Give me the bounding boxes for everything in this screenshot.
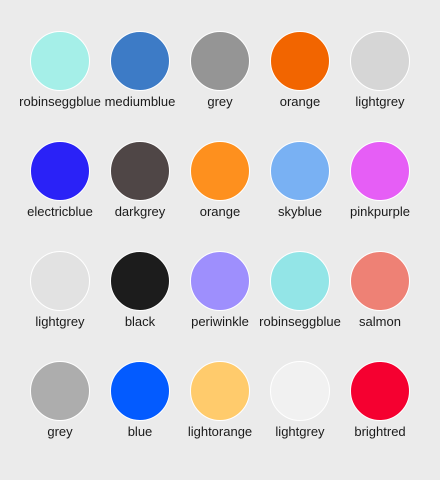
swatch-circle bbox=[190, 31, 250, 91]
swatch-label: salmon bbox=[359, 314, 401, 329]
swatch-circle bbox=[270, 361, 330, 421]
swatch-circle bbox=[190, 361, 250, 421]
color-swatch: salmon bbox=[330, 251, 430, 351]
color-swatch: lightgrey bbox=[330, 31, 430, 131]
swatch-circle bbox=[350, 141, 410, 201]
swatch-label: lightgrey bbox=[355, 94, 405, 109]
swatch-circle bbox=[350, 31, 410, 91]
swatch-circle bbox=[270, 31, 330, 91]
swatch-circle bbox=[30, 141, 90, 201]
swatch-label: pinkpurple bbox=[350, 204, 410, 219]
swatch-circle bbox=[190, 251, 250, 311]
swatch-circle bbox=[110, 141, 170, 201]
swatch-circle bbox=[350, 251, 410, 311]
swatch-circle bbox=[270, 251, 330, 311]
swatch-label: brightred bbox=[354, 424, 406, 439]
swatch-circle bbox=[270, 141, 330, 201]
swatch-circle bbox=[190, 141, 250, 201]
swatch-circle bbox=[30, 251, 90, 311]
swatch-grid: robinseggblue mediumblue grey orange lightgr… bbox=[0, 0, 440, 480]
swatch-circle bbox=[30, 361, 90, 421]
color-swatch: brightred bbox=[330, 361, 430, 461]
swatch-circle bbox=[350, 361, 410, 421]
swatch-circle bbox=[110, 31, 170, 91]
swatch-circle bbox=[30, 31, 90, 91]
swatch-circle bbox=[110, 361, 170, 421]
swatch-circle bbox=[110, 251, 170, 311]
color-swatch: pinkpurple bbox=[330, 141, 430, 241]
